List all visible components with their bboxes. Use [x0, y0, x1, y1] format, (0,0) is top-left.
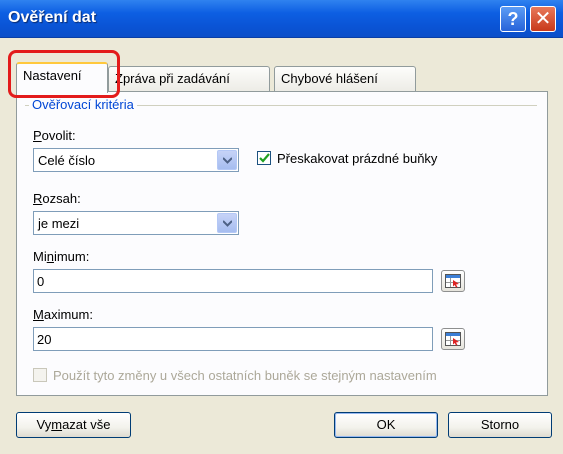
minimum-label: Minimum:: [33, 249, 90, 264]
ok-button[interactable]: OK: [334, 412, 438, 438]
minimum-input-box: [33, 269, 433, 293]
tab-error-alert[interactable]: Chybové hlášení: [274, 66, 416, 92]
help-icon: ?: [507, 9, 519, 29]
range-value: je mezi: [38, 216, 80, 231]
apply-all-label: Použít tyto změny u všech ostatních buně…: [53, 368, 437, 383]
maximum-input-box: [33, 327, 433, 351]
apply-all-checkbox[interactable]: [33, 368, 47, 382]
cancel-button[interactable]: Storno: [448, 412, 552, 438]
chevron-down-icon: [223, 220, 232, 227]
criteria-group-label: Ověřovací kritéria: [29, 97, 137, 112]
allow-value: Celé číslo: [38, 153, 96, 168]
title-bar[interactable]: Ověření dat ? ✕: [0, 0, 563, 38]
allow-dropdown-button[interactable]: [217, 150, 237, 170]
chevron-down-icon: [223, 157, 232, 164]
settings-panel: Ověřovací kritéria Povolit: Celé číslo P…: [16, 91, 548, 396]
range-dropdown-button[interactable]: [217, 213, 237, 233]
dialog-client: Nastavení Zpráva při zadávání Chybové hl…: [0, 38, 563, 454]
tab-error-alert-label: Chybové hlášení: [281, 71, 378, 86]
minimum-range-picker-button[interactable]: [441, 270, 465, 292]
checkmark-icon: [259, 153, 270, 163]
minimum-input[interactable]: [37, 272, 417, 290]
dialog-title: Ověření dat: [8, 9, 97, 26]
ignore-blank-checkbox[interactable]: [257, 151, 271, 165]
help-button[interactable]: ?: [500, 6, 526, 32]
close-icon: ✕: [534, 8, 552, 30]
ignore-blank-label: Přeskakovat prázdné buňky: [277, 151, 438, 166]
allow-dropdown[interactable]: Celé číslo: [33, 148, 239, 172]
range-picker-icon: [445, 274, 461, 288]
tab-input-message-label: Zpráva při zadávání: [115, 71, 230, 86]
range-picker-icon: [445, 332, 461, 346]
tab-highlight-annotation: [8, 50, 120, 98]
clear-all-button[interactable]: Vymazat vše: [16, 412, 131, 438]
allow-label: Povolit:: [33, 128, 76, 143]
close-button[interactable]: ✕: [530, 6, 556, 32]
maximum-range-picker-button[interactable]: [441, 328, 465, 350]
maximum-label: Maximum:: [33, 307, 93, 322]
tab-input-message[interactable]: Zpráva při zadávání: [108, 66, 270, 92]
range-dropdown[interactable]: je mezi: [33, 211, 239, 235]
range-label: Rozsah:: [33, 191, 81, 206]
maximum-input[interactable]: [37, 330, 417, 348]
